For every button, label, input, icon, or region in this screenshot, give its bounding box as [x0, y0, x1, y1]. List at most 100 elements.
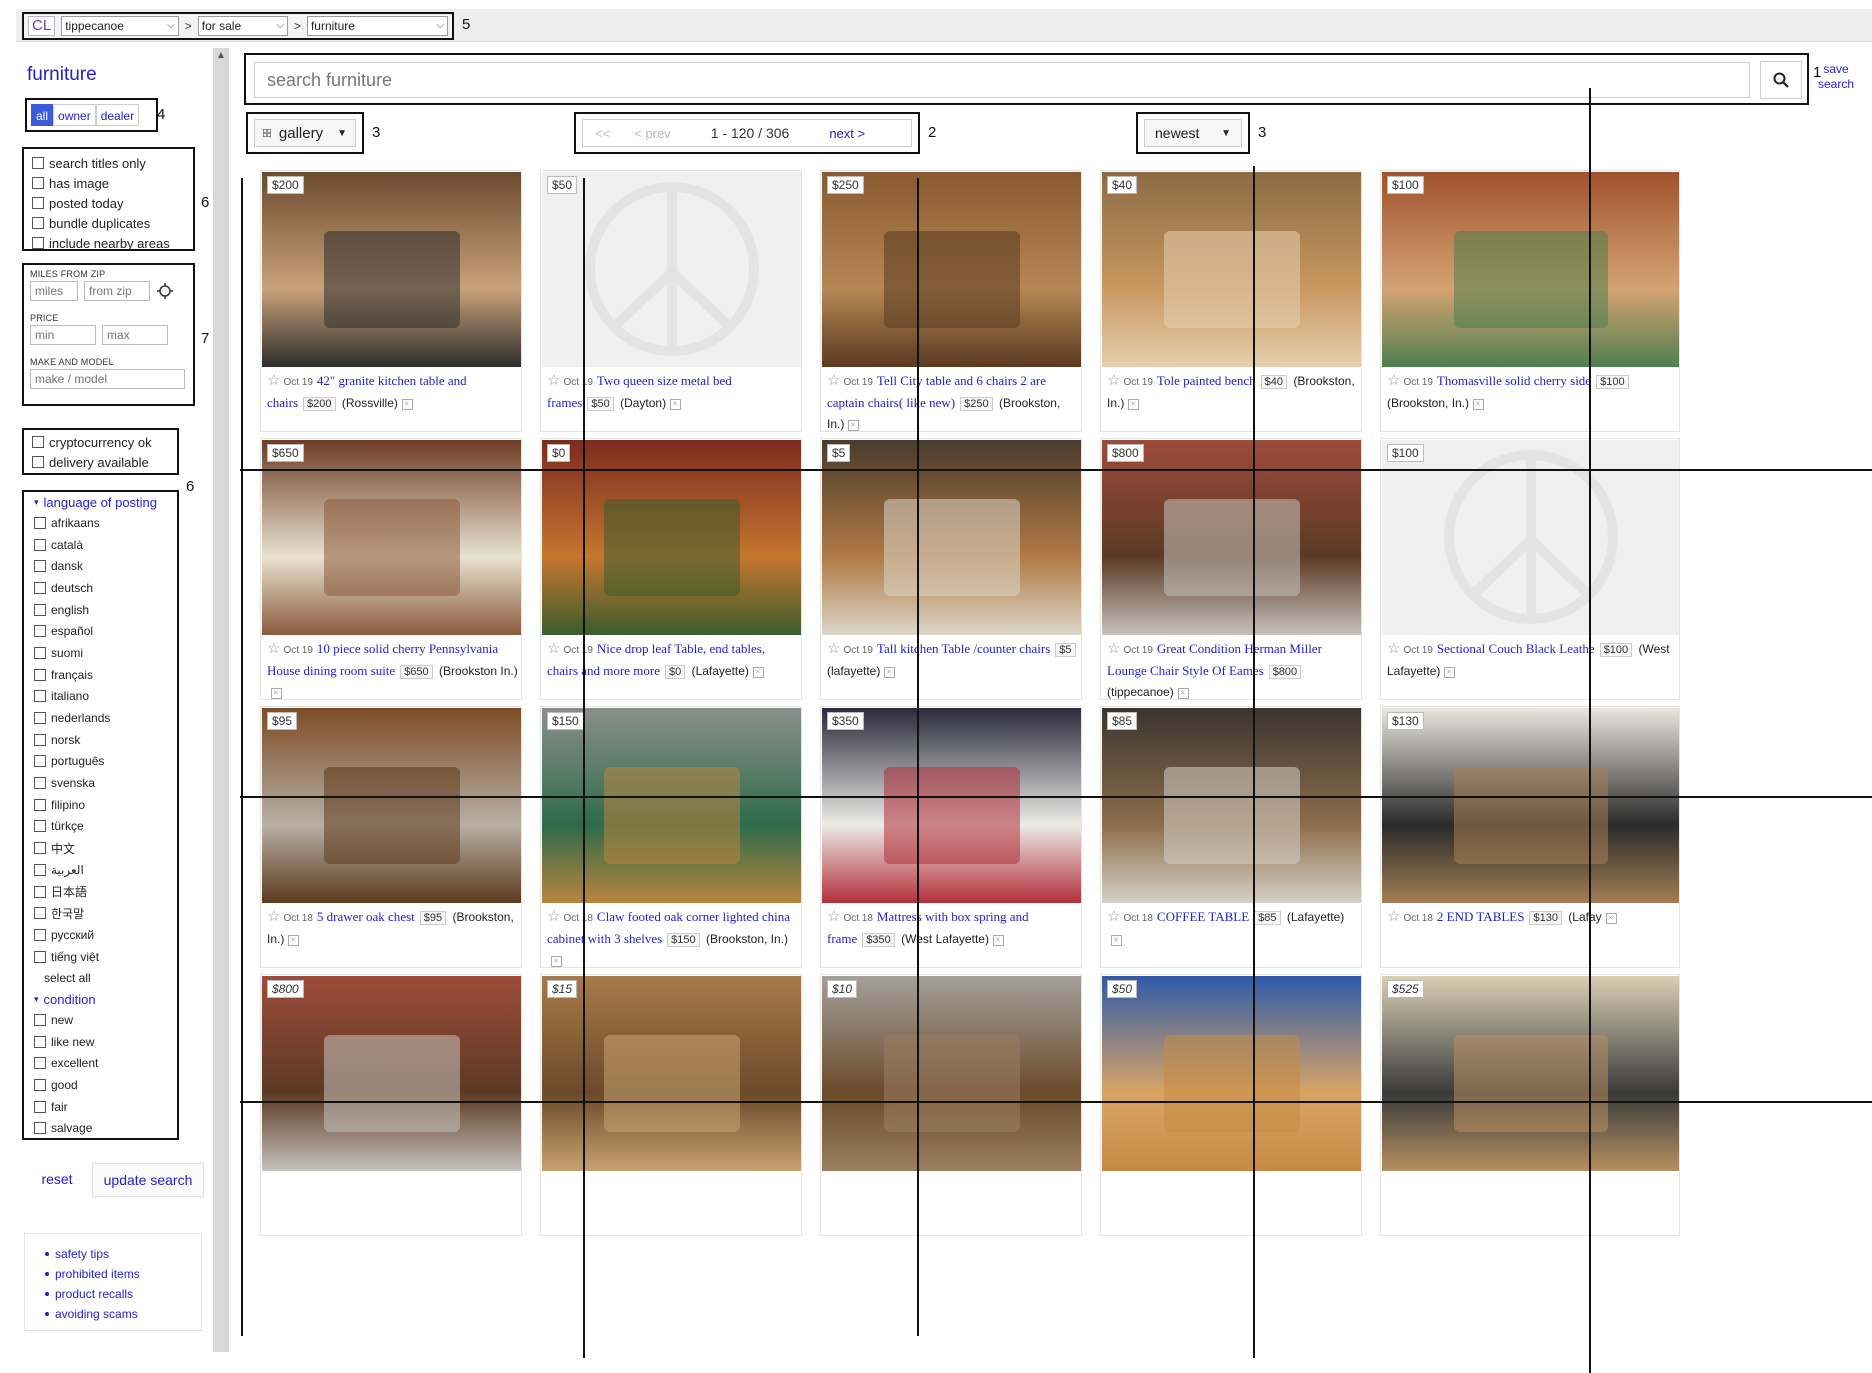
language-option[interactable]: tiếng việt: [34, 946, 167, 968]
hide-listing-icon[interactable]: [992, 931, 1004, 951]
checkbox[interactable]: [32, 217, 44, 229]
listing-title[interactable]: Thomasville solid cherry side: [1437, 373, 1591, 388]
search-input[interactable]: [255, 63, 1749, 97]
language-option[interactable]: español: [34, 620, 167, 642]
listing-card[interactable]: $800: [260, 974, 522, 1236]
listing-card[interactable]: $800 ☆ Oct 19 Great Condition Herman Miller…: [1100, 438, 1362, 700]
toggle-all[interactable]: all: [31, 104, 54, 126]
toggle-owner[interactable]: owner: [53, 104, 96, 126]
checkbox[interactable]: [34, 950, 46, 963]
checkbox[interactable]: [32, 237, 44, 249]
listing-image[interactable]: $130: [1382, 708, 1679, 903]
language-option[interactable]: suomi: [34, 642, 167, 664]
hide-listing-icon[interactable]: [1605, 909, 1617, 929]
listing-image[interactable]: $150: [542, 708, 801, 903]
language-option[interactable]: العربية: [34, 859, 167, 881]
hide-listing-icon[interactable]: [401, 395, 413, 415]
listing-card[interactable]: $10: [820, 974, 1082, 1236]
favorite-star-icon[interactable]: ☆: [1107, 909, 1120, 925]
locate-icon[interactable]: [156, 282, 174, 300]
make-model-input[interactable]: [30, 369, 185, 389]
favorite-star-icon[interactable]: ☆: [547, 373, 560, 389]
hide-listing-icon[interactable]: [752, 663, 764, 683]
hide-listing-icon[interactable]: [1444, 663, 1456, 683]
condition-option[interactable]: salvage: [34, 1118, 167, 1138]
help-link-scams[interactable]: avoiding scams: [45, 1304, 201, 1324]
favorite-star-icon[interactable]: ☆: [1107, 641, 1120, 657]
checkbox[interactable]: [34, 1100, 46, 1113]
section-select[interactable]: for sale ⌵: [197, 16, 288, 36]
listing-title[interactable]: COFFEE TABLE: [1157, 909, 1249, 924]
favorite-star-icon[interactable]: ☆: [1387, 373, 1400, 389]
language-option[interactable]: русский: [34, 924, 167, 946]
checkbox[interactable]: [32, 456, 44, 468]
language-option[interactable]: dansk: [34, 555, 167, 577]
hide-listing-icon[interactable]: [1128, 395, 1140, 415]
language-option[interactable]: afrikaans: [34, 512, 167, 534]
listing-card[interactable]: $5 ☆ Oct 19 Tall kitchen Table /counter cha…: [820, 438, 1082, 700]
area-select[interactable]: tippecanoe ⌵: [61, 16, 179, 36]
gallery-view-button[interactable]: gallery ▼: [254, 119, 356, 147]
favorite-star-icon[interactable]: ☆: [1107, 373, 1120, 389]
filter-cryptocurrency[interactable]: cryptocurrency ok: [32, 432, 169, 452]
checkbox[interactable]: [34, 560, 46, 573]
favorite-star-icon[interactable]: ☆: [1387, 641, 1400, 657]
min-price-input[interactable]: [30, 325, 96, 345]
checkbox[interactable]: [34, 625, 46, 638]
checkbox[interactable]: [34, 646, 46, 659]
listing-card[interactable]: $50 ☆ Oct 19 Two queen size metal bed frame…: [540, 170, 802, 432]
checkbox[interactable]: [34, 712, 46, 725]
language-heading[interactable]: ▾ language of posting: [34, 492, 167, 512]
miles-input[interactable]: [30, 281, 78, 301]
max-price-input[interactable]: [102, 325, 168, 345]
listing-title[interactable]: Tole painted bench: [1157, 373, 1256, 388]
listing-card[interactable]: $525: [1380, 974, 1680, 1236]
favorite-star-icon[interactable]: ☆: [1387, 909, 1400, 925]
hide-listing-icon[interactable]: [551, 952, 562, 967]
search-button[interactable]: [1760, 61, 1802, 99]
condition-option[interactable]: good: [34, 1074, 167, 1096]
listing-title[interactable]: 2 END TABLES: [1437, 909, 1525, 924]
checkbox[interactable]: [34, 777, 46, 790]
listing-card[interactable]: $50: [1100, 974, 1362, 1236]
hide-listing-icon[interactable]: [884, 663, 896, 683]
checkbox[interactable]: [34, 863, 46, 876]
listing-image[interactable]: $200: [262, 172, 521, 367]
help-link-safety[interactable]: safety tips: [45, 1244, 201, 1264]
checkbox[interactable]: [34, 820, 46, 833]
listing-image[interactable]: $100: [1382, 172, 1679, 367]
no-image-placeholder[interactable]: $50: [542, 172, 801, 367]
filter-title-only[interactable]: search titles only: [32, 153, 185, 173]
category-title[interactable]: furniture: [27, 64, 97, 86]
checkbox[interactable]: [34, 516, 46, 529]
language-option[interactable]: português: [34, 751, 167, 773]
hide-listing-icon[interactable]: [1473, 395, 1485, 415]
save-search-link[interactable]: save search: [1818, 62, 1854, 92]
hide-listing-icon[interactable]: [670, 395, 682, 415]
listing-image[interactable]: $10: [822, 976, 1081, 1171]
condition-option[interactable]: new: [34, 1009, 167, 1031]
listing-card[interactable]: $150 ☆ Oct 18 Claw footed oak corner lighte…: [540, 706, 802, 968]
filter-bundle-duplicates[interactable]: bundle duplicates: [32, 213, 185, 233]
craigslist-logo[interactable]: CL: [28, 16, 56, 36]
condition-option[interactable]: fair: [34, 1096, 167, 1118]
update-search-button[interactable]: update search: [92, 1163, 204, 1197]
checkbox[interactable]: [34, 798, 46, 811]
listing-card[interactable]: $250 ☆ Oct 19 Tell City table and 6 chairs …: [820, 170, 1082, 432]
listing-image[interactable]: $85: [1102, 708, 1361, 903]
checkbox[interactable]: [32, 436, 44, 448]
checkbox[interactable]: [34, 1035, 46, 1048]
language-option[interactable]: norsk: [34, 729, 167, 751]
listing-image[interactable]: $15: [542, 976, 801, 1171]
language-option[interactable]: filipino: [34, 794, 167, 816]
condition-option[interactable]: excellent: [34, 1053, 167, 1075]
filter-delivery[interactable]: delivery available: [32, 452, 169, 472]
listing-image[interactable]: $525: [1382, 976, 1679, 1171]
checkbox[interactable]: [34, 668, 46, 681]
toggle-dealer[interactable]: dealer: [95, 104, 140, 126]
checkbox[interactable]: [32, 197, 44, 209]
help-link-prohibited[interactable]: prohibited items: [45, 1264, 201, 1284]
listing-card[interactable]: $0 ☆ Oct 19 Nice drop leaf Table, end table…: [540, 438, 802, 700]
listing-card[interactable]: $95 ☆ Oct 18 5 drawer oak chest $95 (Brookst…: [260, 706, 522, 968]
listing-card[interactable]: $350 ☆ Oct 18 Mattress with box spring and …: [820, 706, 1082, 968]
